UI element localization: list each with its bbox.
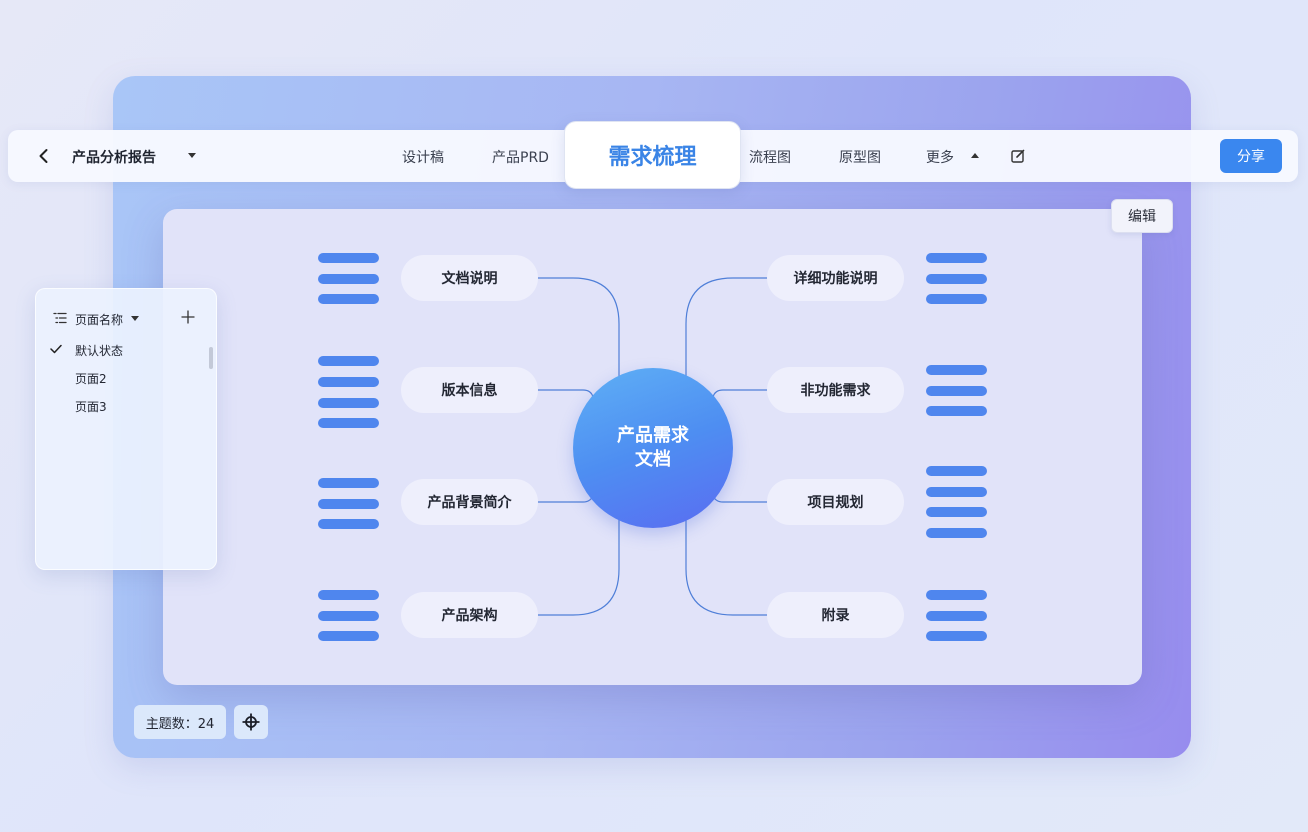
- branch-doc-description[interactable]: 文档说明: [401, 255, 538, 301]
- placeholder-subtopic[interactable]: [318, 398, 379, 408]
- add-page-icon[interactable]: [181, 310, 195, 324]
- more-menu[interactable]: 更多: [926, 147, 954, 167]
- panel-scrollbar[interactable]: [209, 347, 213, 369]
- branch-nonfunctional-requirements[interactable]: 非功能需求: [767, 367, 904, 413]
- placeholder-subtopic[interactable]: [318, 253, 379, 263]
- branch-version-info[interactable]: 版本信息: [401, 367, 538, 413]
- placeholder-subtopic[interactable]: [926, 274, 987, 284]
- placeholder-subtopic[interactable]: [926, 406, 987, 416]
- tab-prototype[interactable]: 原型图: [839, 147, 881, 167]
- panel-title: 页面名称: [75, 313, 124, 327]
- check-icon: [50, 344, 62, 354]
- page-item-3[interactable]: 页面3: [75, 398, 107, 415]
- panel-dropdown-icon[interactable]: [131, 316, 139, 321]
- page-item-2[interactable]: 页面2: [75, 370, 107, 387]
- tab-flowchart[interactable]: 流程图: [749, 147, 791, 167]
- placeholder-subtopic[interactable]: [318, 590, 379, 600]
- placeholder-subtopic[interactable]: [318, 519, 379, 529]
- placeholder-subtopic[interactable]: [926, 631, 987, 641]
- placeholder-subtopic[interactable]: [318, 631, 379, 641]
- share-button[interactable]: 分享: [1220, 139, 1282, 173]
- branch-detailed-features[interactable]: 详细功能说明: [767, 255, 904, 301]
- placeholder-subtopic[interactable]: [926, 294, 987, 304]
- placeholder-subtopic[interactable]: [926, 365, 987, 375]
- tab-design[interactable]: 设计稿: [402, 147, 444, 167]
- center-topic-line1: 产品需求: [617, 425, 689, 446]
- document-title[interactable]: 产品分析报告: [72, 147, 156, 167]
- placeholder-subtopic[interactable]: [926, 528, 987, 538]
- topic-count-badge: 主题数：24: [134, 705, 226, 739]
- placeholder-subtopic[interactable]: [318, 418, 379, 428]
- tab-requirements[interactable]: 需求梳理: [564, 121, 741, 189]
- branch-project-planning[interactable]: 项目规划: [767, 479, 904, 525]
- edit-button[interactable]: 编辑: [1111, 199, 1173, 233]
- placeholder-subtopic[interactable]: [926, 590, 987, 600]
- placeholder-subtopic[interactable]: [318, 356, 379, 366]
- branch-product-background[interactable]: 产品背景简介: [401, 479, 538, 525]
- tab-prd[interactable]: 产品PRD: [492, 147, 549, 167]
- page-item-default[interactable]: 默认状态: [75, 342, 123, 359]
- center-topic[interactable]: 产品需求 文档: [573, 368, 733, 528]
- back-icon[interactable]: [34, 146, 54, 166]
- placeholder-subtopic[interactable]: [926, 507, 987, 517]
- center-topic-line2: 文档: [635, 449, 671, 470]
- more-caret-up-icon[interactable]: [971, 153, 979, 158]
- list-icon: [53, 312, 67, 324]
- placeholder-subtopic[interactable]: [926, 466, 987, 476]
- crosshair-icon: [242, 713, 260, 731]
- pages-panel: 页面名称 默认状态 页面2 页面3: [35, 288, 217, 570]
- placeholder-subtopic[interactable]: [318, 274, 379, 284]
- placeholder-subtopic[interactable]: [926, 611, 987, 621]
- branch-product-architecture[interactable]: 产品架构: [401, 592, 538, 638]
- placeholder-subtopic[interactable]: [318, 294, 379, 304]
- placeholder-subtopic[interactable]: [318, 499, 379, 509]
- edit-icon[interactable]: [1010, 148, 1026, 164]
- placeholder-subtopic[interactable]: [926, 386, 987, 396]
- placeholder-subtopic[interactable]: [318, 377, 379, 387]
- locate-button[interactable]: [234, 705, 268, 739]
- mindmap-canvas[interactable]: 产品需求 文档 文档说明 版本信息 产品背景简介 产品架构 详细功能说明 非功能…: [163, 209, 1142, 685]
- placeholder-subtopic[interactable]: [318, 611, 379, 621]
- placeholder-subtopic[interactable]: [926, 253, 987, 263]
- document-dropdown-icon[interactable]: [188, 153, 196, 158]
- placeholder-subtopic[interactable]: [318, 478, 379, 488]
- placeholder-subtopic[interactable]: [926, 487, 987, 497]
- branch-appendix[interactable]: 附录: [767, 592, 904, 638]
